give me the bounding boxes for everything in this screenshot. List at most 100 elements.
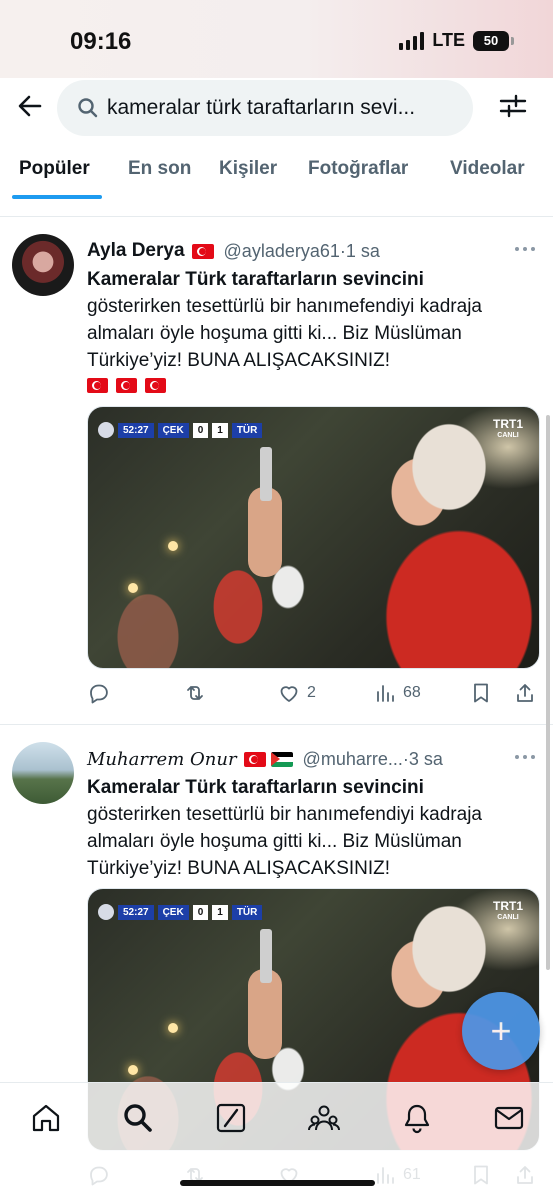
repost-icon [187,686,203,700]
home-indicator[interactable] [180,1180,375,1186]
more-options-icon[interactable] [513,242,537,254]
tweet-text-line: gösterirken tesettürlü bir hanımefendiyi… [87,804,482,825]
share-button[interactable] [513,681,537,705]
repost-button[interactable] [183,681,207,705]
author-name[interactable]: Ayla Derya [87,240,185,262]
communities-icon[interactable] [307,1101,341,1135]
messages-icon[interactable] [492,1101,526,1135]
tweet-text-line: Türkiye’yiz! BUNA ALIŞACAKSINIZ! [87,350,391,371]
notifications-icon[interactable] [400,1101,434,1135]
scorebug: 52:27 ÇEK 0 1 TÜR [98,903,263,921]
match-clock: 52:27 [118,422,154,438]
heart-icon [280,686,298,702]
battery-icon: 50 [473,30,514,51]
tweet-actions: 2 68 [87,678,540,708]
channel-logo: TRT1 CANLI [493,417,523,441]
scorebug: 52:27 ÇEK 0 1 TÜR [98,421,263,439]
views-button[interactable]: 68 [373,681,421,705]
turkey-flag-icon [87,378,108,393]
search-input[interactable]: kameralar türk taraftarların sevi... [57,80,473,136]
share-icon [517,684,533,702]
status-bar: 09:16 LTE 50 [0,0,553,80]
back-arrow-icon[interactable] [14,90,46,122]
turkey-flag-icon [191,243,214,259]
avatar[interactable] [12,234,74,296]
channel-logo: TRT1 CANLI [493,899,523,923]
tab-latest[interactable]: En son [128,158,191,180]
stadium-light [168,1023,178,1033]
status-time: 09:16 [70,28,132,55]
tweet[interactable]: Ayla Derya @ayladerya61 ·1 sa Kameralar … [0,234,553,724]
stadium-light [128,583,138,593]
reply-button[interactable] [87,681,111,705]
divider [0,724,553,725]
away-team: TÜR [231,904,263,920]
grok-icon[interactable] [214,1101,248,1135]
tweet-time: ·3 sa [402,748,443,769]
like-button[interactable]: 2 [277,681,316,705]
turkey-flag-icon [116,378,137,393]
tweet-text-line: almaları öyle hoşuma gitti ki... Biz Müs… [87,831,462,852]
tweet-text-line: almaları öyle hoşuma gitti ki... Biz Müs… [87,323,462,344]
channel-name: TRT1 [493,417,523,431]
palestine-flag-icon [270,751,293,767]
tweet-text-line: gösterirken tesettürlü bir hanımefendiyi… [87,296,482,317]
euro-ball-icon [98,422,114,438]
tab-popular[interactable]: Popüler [19,158,90,180]
plus-icon: + [490,1010,512,1051]
like-count: 2 [307,684,316,701]
home-team: ÇEK [157,422,189,438]
flag-emoji-row [87,378,535,393]
bookmark-icon [474,683,488,703]
home-score: 0 [192,904,209,920]
search-icon[interactable] [121,1101,155,1135]
tweet-text-bold: Kameralar Türk taraftarların sevincini [87,777,424,798]
search-tabs: Popüler En son Kişiler Fotoğraflar Video… [0,148,553,200]
home-score: 0 [192,422,209,438]
tweet-header: Muharrem Onur @muharre... ·3 sa [87,746,443,772]
status-indicators: LTE 50 [399,30,514,51]
author-name[interactable]: Muharrem Onur [87,749,237,770]
euro-ball-icon [98,904,114,920]
view-count: 68 [403,684,421,701]
away-team: TÜR [231,422,263,438]
reply-icon [90,684,108,704]
away-score: 1 [212,422,228,438]
home-icon[interactable] [29,1101,63,1135]
match-clock: 52:27 [118,904,154,920]
divider [0,216,553,217]
tweet-video[interactable]: 52:27 ÇEK 0 1 TÜR TRT1 CANLI [87,406,540,669]
tab-people[interactable]: Kişiler [219,158,277,180]
views-icon [377,685,394,702]
channel-name: TRT1 [493,899,523,913]
tweet-text: Kameralar Türk taraftarların sevincini g… [87,266,535,393]
more-options-icon[interactable] [513,750,537,762]
tweet-text-bold: Kameralar Türk taraftarların sevincini [87,269,424,290]
video-fan [339,407,539,668]
author-handle[interactable]: @muharre... [303,749,403,770]
turkey-flag-icon [243,751,266,767]
battery-level: 50 [483,33,499,48]
stadium-light [168,541,178,551]
search-query: kameralar türk taraftarların sevi... [107,96,416,119]
active-tab-indicator [12,195,102,199]
tweet-time: ·1 sa [339,240,380,261]
tab-photos[interactable]: Fotoğraflar [308,158,408,180]
away-score: 1 [212,904,228,920]
video-phone [260,447,272,501]
tweet-text-line: Türkiye’yiz! BUNA ALIŞACAKSINIZ! [87,858,391,879]
tab-videos[interactable]: Videolar [450,158,525,180]
signal-icon [399,31,425,50]
tweet-text: Kameralar Türk taraftarların sevincini g… [87,774,535,882]
scrollbar[interactable] [546,415,550,970]
bookmark-button[interactable] [469,681,493,705]
compose-button[interactable]: + [462,992,540,1070]
video-phone [260,929,272,983]
channel-live: CANLI [497,914,519,921]
tweet-header: Ayla Derya @ayladerya61 ·1 sa [87,238,380,264]
author-handle[interactable]: @ayladerya61 [224,241,340,262]
video-crowd [88,527,338,668]
search-header: kameralar türk taraftarların sevi... [0,78,553,138]
filter-sliders-icon[interactable] [497,90,529,122]
avatar[interactable] [12,742,74,804]
